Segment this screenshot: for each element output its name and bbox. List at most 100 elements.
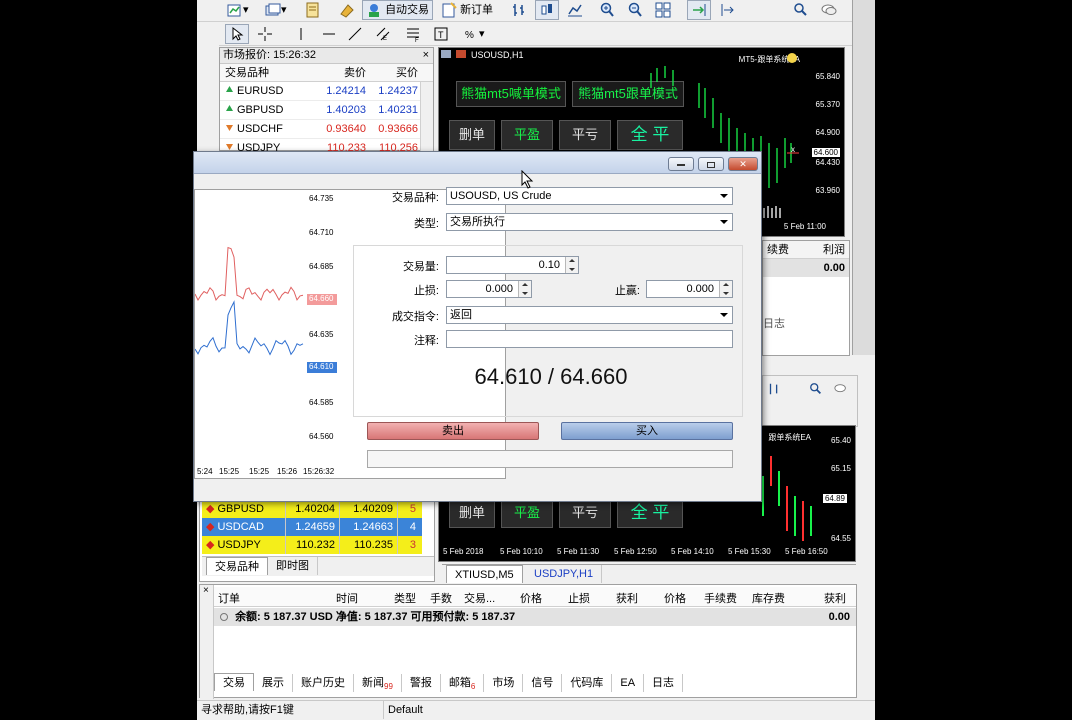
col-ask[interactable]: 买价 xyxy=(370,64,422,81)
bar-chart-icon[interactable] xyxy=(767,382,781,399)
terminal-tab[interactable]: 新闻99 xyxy=(354,674,402,692)
column-header[interactable]: 订单 xyxy=(218,590,240,606)
fill-policy-select[interactable]: 返回 xyxy=(446,306,733,324)
zoom-in-button[interactable] xyxy=(595,0,619,20)
close-profit-button[interactable]: 平盈 xyxy=(501,120,553,150)
terminal-tab[interactable]: 日志 xyxy=(644,674,684,692)
table-row[interactable]: USDCHF 0.93640 0.93666 xyxy=(220,120,433,139)
search-button[interactable] xyxy=(789,0,813,20)
chat-icon[interactable] xyxy=(833,382,849,399)
minimize-button[interactable] xyxy=(668,157,694,171)
line-chart-button[interactable] xyxy=(563,0,587,20)
crosshair-tool-button[interactable] xyxy=(253,24,277,44)
column-header[interactable]: 价格 xyxy=(664,590,686,606)
type-select[interactable]: 交易所执行 xyxy=(446,213,733,231)
comment-input[interactable] xyxy=(446,330,733,348)
col-symbol[interactable]: 交易品种 xyxy=(220,64,315,81)
auto-trading-button[interactable]: 自动交易 xyxy=(362,0,434,20)
col-bid[interactable]: 卖价 xyxy=(315,64,370,81)
fibonacci-button[interactable]: F xyxy=(401,24,425,44)
close-icon[interactable]: × xyxy=(423,48,429,63)
tab-tick-chart[interactable]: 即时图 xyxy=(268,557,318,575)
spinner-arrows-icon[interactable] xyxy=(719,281,732,297)
log-tab[interactable]: 日志 xyxy=(763,315,785,331)
search-icon[interactable] xyxy=(809,382,823,399)
column-header[interactable]: 手续费 xyxy=(704,590,737,606)
time-tick: 5 Feb 10:10 xyxy=(500,547,543,556)
close-button[interactable]: ✕ xyxy=(728,157,758,171)
tab-label: 市场 xyxy=(492,677,515,689)
spinner-arrows-icon[interactable] xyxy=(565,257,578,273)
table-row[interactable]: GBPUSD 1.40203 1.40231 xyxy=(220,101,433,120)
terminal-tab[interactable]: 市场 xyxy=(484,674,524,692)
delete-orders-button[interactable]: 删单 xyxy=(449,120,495,150)
main-toolbar: ▾ ▾ 自动交易 新订单 xyxy=(197,0,875,22)
terminal-tab[interactable]: 信号 xyxy=(523,674,563,692)
chart-tab-usdjpy[interactable]: USDJPY,H1 xyxy=(526,565,603,583)
profiles-button[interactable]: ▾ xyxy=(261,0,291,20)
terminal-tab[interactable]: 展示 xyxy=(254,674,293,692)
maximize-button[interactable] xyxy=(698,157,724,171)
terminal-tab[interactable]: 交易 xyxy=(214,673,254,691)
candle-chart-button[interactable] xyxy=(535,0,559,20)
close-all-button[interactable]: 全 平 xyxy=(617,498,683,528)
channel-button[interactable]: E xyxy=(371,24,395,44)
symbol-select[interactable]: USOUSD, US Crude xyxy=(446,187,733,205)
terminal-tab[interactable]: 账户历史 xyxy=(293,674,354,692)
new-order-button[interactable]: 新订单 xyxy=(437,0,497,20)
zoom-out-button[interactable] xyxy=(623,0,647,20)
balance-row[interactable]: 余额: 5 187.37 USD 净值: 5 187.37 可用预付款: 5 1… xyxy=(214,608,856,626)
table-row[interactable]: ◆ USDCAD 1.24659 1.24663 4 xyxy=(202,518,422,536)
sell-button[interactable]: 卖出 xyxy=(367,422,539,440)
close-loss-button[interactable]: 平亏 xyxy=(559,120,611,150)
market-watch-scrollbar[interactable] xyxy=(420,82,433,152)
table-row[interactable]: ◆ USDJPY 110.232 110.235 3 xyxy=(202,536,422,554)
symbol-name: USDCAD xyxy=(217,521,264,533)
column-header[interactable]: 获利 xyxy=(824,590,846,606)
column-header[interactable]: 库存费 xyxy=(752,590,785,606)
buy-button[interactable]: 买入 xyxy=(561,422,733,440)
data-window-button[interactable] xyxy=(301,0,325,20)
column-header[interactable]: 手数 xyxy=(430,590,452,606)
horizontal-line-button[interactable] xyxy=(317,24,341,44)
spinner-arrows-icon[interactable] xyxy=(518,281,531,297)
column-header[interactable]: 类型 xyxy=(394,590,416,606)
vertical-line-button[interactable] xyxy=(289,24,313,44)
cursor-tool-button[interactable] xyxy=(225,24,249,44)
column-header[interactable]: 交易... xyxy=(464,590,495,606)
stop-loss-spinner[interactable]: 0.000 xyxy=(446,280,532,298)
ask-marker: 64.660 xyxy=(307,294,337,305)
chat-button[interactable] xyxy=(817,0,841,20)
terminal-tab[interactable]: EA xyxy=(612,674,645,692)
shapes-menu-button[interactable]: % ▾ xyxy=(459,24,489,44)
close-profit-button[interactable]: 平盈 xyxy=(501,498,553,528)
column-header[interactable]: 止损 xyxy=(568,590,590,606)
tile-windows-button[interactable] xyxy=(651,0,675,20)
chart-tab-xtiusd[interactable]: XTIUSD,M5 xyxy=(446,565,523,583)
column-header[interactable]: 获利 xyxy=(616,590,638,606)
terminal-tab[interactable]: 警报 xyxy=(402,674,441,692)
navigator-button[interactable] xyxy=(335,0,359,20)
terminal-tab[interactable]: 邮箱6 xyxy=(441,674,485,692)
bar-chart-button[interactable] xyxy=(507,0,531,20)
dialog-titlebar[interactable]: ✕ xyxy=(194,152,761,174)
new-chart-button[interactable]: ▾ xyxy=(223,0,253,20)
text-tool-button[interactable]: T xyxy=(429,24,453,44)
terminal-tab[interactable]: 代码库 xyxy=(562,674,613,692)
trendline-button[interactable] xyxy=(343,24,367,44)
table-row[interactable]: ◆ GBPUSD 1.40204 1.40209 5 xyxy=(202,500,422,518)
call-mode-button[interactable]: 熊猫mt5喊单模式 xyxy=(456,81,566,107)
column-header[interactable]: 价格 xyxy=(520,590,542,606)
auto-scroll-button[interactable] xyxy=(687,0,711,20)
tab-symbols[interactable]: 交易品种 xyxy=(206,557,268,575)
column-header[interactable]: 时间 xyxy=(336,590,358,606)
take-profit-spinner[interactable]: 0.000 xyxy=(646,280,733,298)
table-row[interactable]: EURUSD 1.24214 1.24237 xyxy=(220,82,433,101)
tile-windows-icon xyxy=(655,2,671,18)
chat-icon xyxy=(821,2,837,18)
delete-orders-button[interactable]: 删单 xyxy=(449,498,495,528)
close-icon[interactable]: × xyxy=(203,585,209,596)
volume-spinner[interactable]: 0.10 xyxy=(446,256,579,274)
chart-shift-button[interactable] xyxy=(715,0,739,20)
close-loss-button[interactable]: 平亏 xyxy=(559,498,611,528)
